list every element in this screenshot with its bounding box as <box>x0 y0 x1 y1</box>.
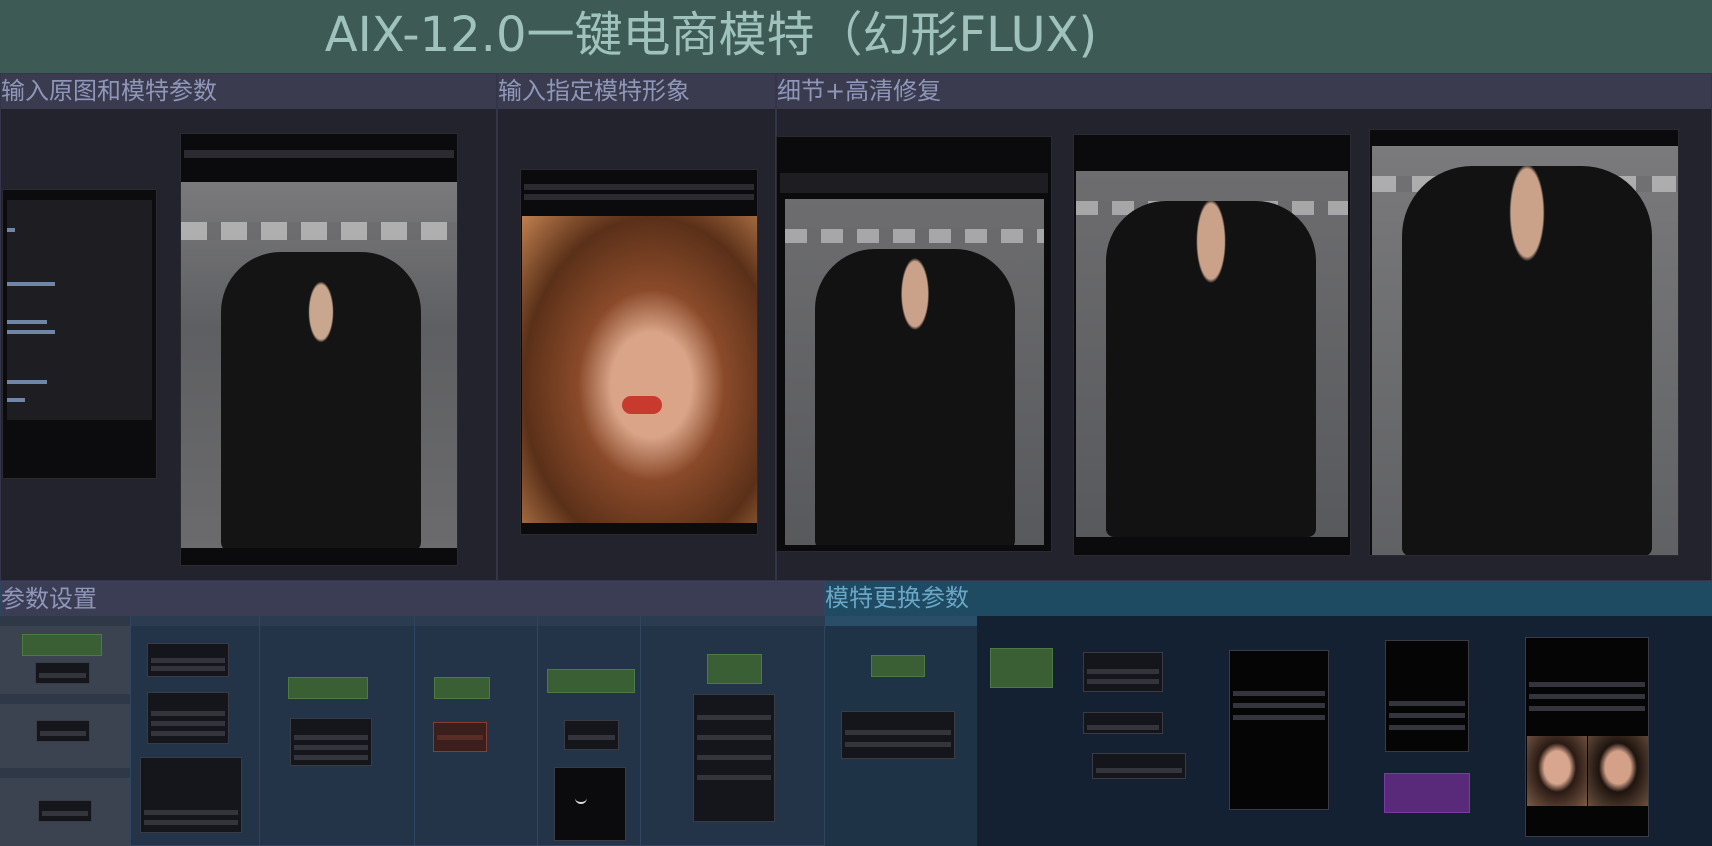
swap-node-a[interactable] <box>1083 652 1163 692</box>
product-1-green-node[interactable] <box>22 634 102 656</box>
group-title-detail-fix: 细节+高清修复 <box>777 74 1711 109</box>
config-node[interactable] <box>2 189 157 479</box>
product-3-node[interactable] <box>38 800 92 822</box>
scale-green-node[interactable] <box>288 677 368 699</box>
result-node-3[interactable] <box>1369 129 1679 556</box>
seed-green-node[interactable] <box>547 669 635 693</box>
bypassed-node[interactable] <box>1384 773 1470 813</box>
group-title-params: 参数设置 <box>1 582 824 617</box>
face-thumbnail-a <box>1527 736 1587 806</box>
prompt-node[interactable] <box>147 643 229 677</box>
swap-green-node[interactable] <box>990 648 1053 688</box>
result-image-1 <box>785 199 1044 545</box>
original-image-node[interactable] <box>180 133 458 566</box>
strength-green-node[interactable] <box>434 677 490 699</box>
clip-node[interactable] <box>147 692 229 744</box>
original-image <box>181 182 457 548</box>
group-title-input-model: 输入指定模特形象 <box>498 74 775 109</box>
param-section-products <box>0 616 130 846</box>
swap-node-d[interactable] <box>1229 650 1329 810</box>
result-node-1[interactable] <box>776 136 1052 552</box>
result-image-3 <box>1372 146 1678 555</box>
upscale-node[interactable] <box>290 718 372 766</box>
swap-weight-node[interactable] <box>871 655 925 677</box>
face-thumbnail-b <box>1588 736 1648 806</box>
result-node-2[interactable] <box>1073 134 1351 556</box>
config-body <box>7 200 152 420</box>
swap-prompt-node[interactable] <box>841 711 955 759</box>
preview-node[interactable] <box>554 767 626 841</box>
face-compare-node[interactable] <box>1525 637 1649 837</box>
product-2-node[interactable] <box>36 720 90 742</box>
sampler-node[interactable] <box>140 757 242 833</box>
denoise-green-node[interactable] <box>707 654 762 684</box>
model-loader-node[interactable] <box>693 694 775 822</box>
seed-node[interactable] <box>564 720 619 750</box>
product-1-node[interactable] <box>35 662 90 684</box>
page-title: AIX-12.0一键电商模特（幻形FLUX) <box>324 7 1098 63</box>
swap-node-c[interactable] <box>1092 753 1186 779</box>
swap-node-b[interactable] <box>1083 712 1163 734</box>
loading-spinner-icon <box>575 796 587 804</box>
result-image-2 <box>1076 171 1348 537</box>
model-ref-node[interactable] <box>520 169 758 535</box>
bypass-node[interactable] <box>433 722 487 752</box>
group-title-input-original: 输入原图和模特参数 <box>1 74 496 109</box>
model-ref-image <box>522 216 757 523</box>
swap-node-e[interactable] <box>1385 640 1469 752</box>
